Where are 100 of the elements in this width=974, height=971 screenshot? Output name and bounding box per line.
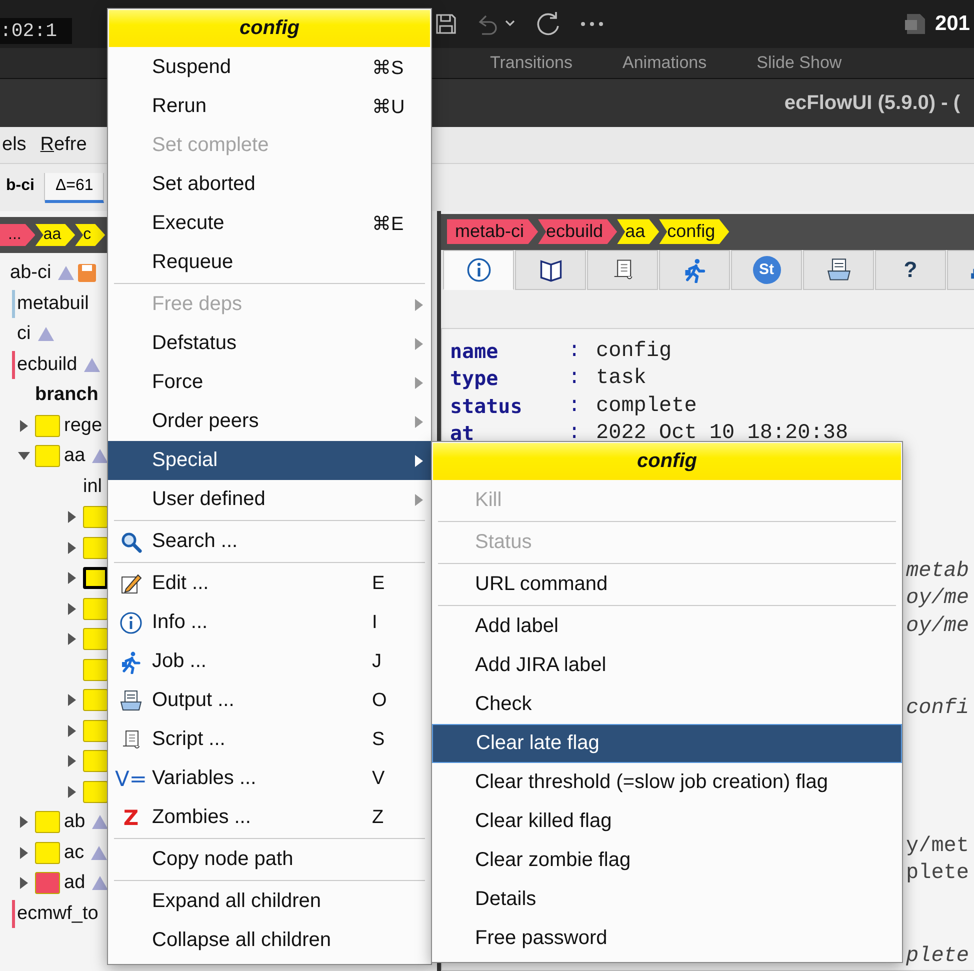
node-status-box[interactable] [35,414,60,437]
node-name[interactable]: aa [64,445,86,468]
menu-item[interactable]: User defined [108,480,431,519]
menu-item[interactable]: Clear threshold (=slow job creation) flag [432,763,902,802]
expand-arrow-icon[interactable] [18,877,30,890]
menu-item[interactable]: Defstatus [108,324,431,363]
breadcrumb-item[interactable]: aa [617,219,660,244]
menu-item[interactable]: Execute ⌘E [108,204,431,243]
node-status-box[interactable] [83,750,108,772]
expand-arrow-icon[interactable] [66,633,78,646]
menu-item[interactable]: Free password [432,919,902,958]
family-name[interactable]: ecbuild [17,354,78,376]
menu-item[interactable]: Clear killed flag [432,802,902,841]
expand-arrow-icon[interactable] [18,450,30,462]
menu-item[interactable]: Suspend ⌘S [108,48,431,87]
info-text: oy/me [906,614,970,640]
node-name[interactable]: ab [64,811,86,834]
menu-item-icon: Z [123,806,139,830]
timer-text: :02:1 [0,18,72,44]
expand-arrow-icon[interactable] [66,755,78,768]
menu-item[interactable]: Special [108,441,431,480]
menu-item[interactable]: Job ... J [108,642,431,681]
node-name[interactable]: ac [64,842,84,864]
menu-item[interactable]: Expand all children [108,882,431,921]
more-icon[interactable] [580,20,604,28]
info-tab[interactable] [803,250,874,290]
menu-item[interactable]: URL command [432,565,902,604]
menu-item[interactable]: Output ... O [108,681,431,720]
node-status-box[interactable] [35,811,60,834]
node-name[interactable]: rege [64,414,102,437]
menu-title: config [433,443,901,480]
expand-arrow-icon[interactable] [18,816,30,828]
expand-arrow-icon[interactable] [18,420,30,432]
menu-item[interactable]: Copy node path [108,840,431,879]
expand-arrow-icon[interactable] [66,786,78,798]
info-tab[interactable] [587,250,658,290]
info-tab[interactable]: ? [875,250,946,290]
info-tab[interactable] [443,250,514,290]
info-text: metab [906,558,970,584]
suite-name[interactable]: ab-ci [10,262,52,284]
menu-item[interactable]: Add label [432,607,902,646]
redo-icon[interactable] [534,10,562,38]
breadcrumb-item[interactable]: ecbuild [538,219,618,244]
node-name[interactable]: ad [64,872,86,894]
server-tab[interactable]: Δ=61 [45,172,104,202]
node-status-box[interactable] [83,658,108,681]
family-name[interactable]: ci [17,323,31,346]
menu-item[interactable]: Edit ... E [108,564,431,603]
node-status-box[interactable] [83,567,108,590]
ribbon-tab[interactable]: Slide Show [756,48,842,78]
expand-arrow-icon[interactable] [66,724,78,737]
menu-bar-item[interactable]: els [2,134,26,156]
breadcrumb-item[interactable]: config [659,219,730,244]
menu-item[interactable]: Add JIRA label [432,646,902,685]
menu-item[interactable]: Order peers [108,402,431,441]
node-status-box[interactable] [35,872,60,894]
menu-item[interactable]: Info ... I [108,603,431,642]
node-status-box[interactable] [83,628,108,650]
menu-item[interactable]: Force [108,363,431,402]
menu-item[interactable]: Collapse all children [108,921,431,960]
info-tab[interactable]: St [731,250,802,290]
expand-arrow-icon[interactable] [18,846,30,859]
breadcrumb-item[interactable]: aa [35,224,76,246]
menu-item[interactable]: Details [432,880,902,919]
menu-item[interactable]: Z Zombies ... Z [108,798,431,837]
menu-item[interactable]: Search ... [108,522,431,561]
menu-item[interactable]: Check [432,685,902,724]
menu-bar-item[interactable]: Refre [40,134,87,156]
menu-item[interactable]: Clear late flag [432,724,902,763]
node-status-box[interactable] [83,689,108,712]
menu-item[interactable]: V= Variables ... V [108,759,431,798]
node-status-box[interactable] [83,720,108,742]
node-status-box[interactable] [83,506,108,528]
node-status-box[interactable] [83,598,108,620]
node-status-box[interactable] [35,445,60,468]
ribbon-tab[interactable]: Transitions [490,48,573,78]
menu-item[interactable]: Set aborted [108,165,431,204]
node-status-box[interactable] [83,536,108,559]
breadcrumb-item[interactable]: ... [0,224,36,246]
expand-arrow-icon[interactable] [66,572,78,584]
expand-arrow-icon[interactable] [66,694,78,706]
menu-item[interactable]: Clear zombie flag [432,841,902,880]
menu-item[interactable]: Requeue [108,243,431,282]
expand-arrow-icon[interactable] [66,542,78,554]
ribbon-tab[interactable]: Animations [622,48,707,78]
breadcrumb-item[interactable]: c [75,224,106,246]
info-text: plete [906,944,970,970]
breadcrumb-item[interactable]: metab-ci [447,219,538,244]
menu-item[interactable]: Script ... S [108,720,431,759]
menu-item[interactable]: Rerun ⌘U [108,87,431,126]
node-status-box[interactable] [83,780,108,803]
node-status-box[interactable] [35,842,60,864]
save-icon[interactable] [434,12,458,36]
info-colon: : [568,366,582,392]
info-text: plete [906,861,970,887]
family-name[interactable]: metabuil [17,292,89,315]
expand-arrow-icon[interactable] [66,602,78,615]
expand-arrow-icon[interactable] [66,511,78,524]
info-tab[interactable] [515,250,586,290]
family-name[interactable]: ecmwf_to [17,902,98,925]
